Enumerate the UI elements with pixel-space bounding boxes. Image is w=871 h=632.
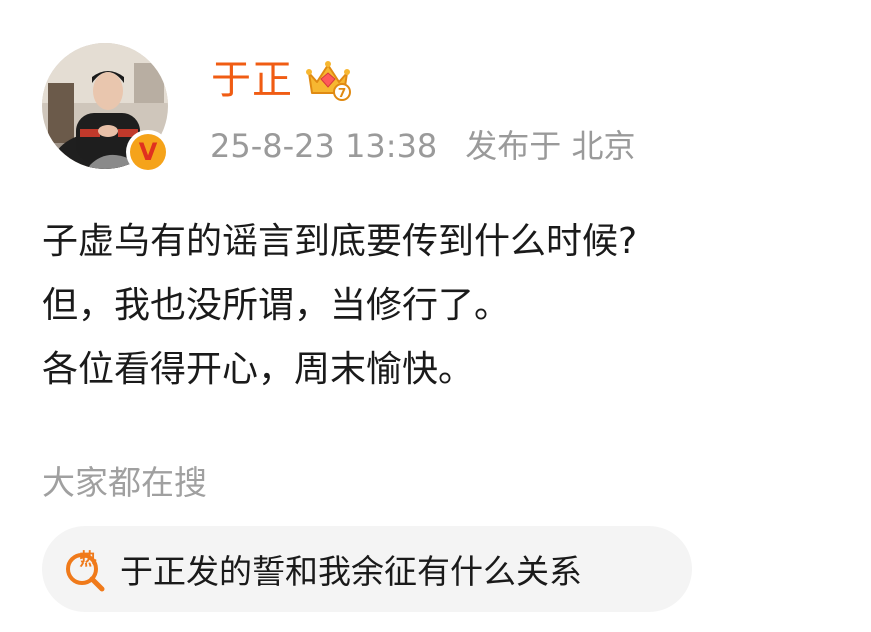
crown-level: 7 xyxy=(338,86,346,100)
post-line: 子虚乌有的谣言到底要传到什么时候? xyxy=(42,221,638,262)
post-text: 子虚乌有的谣言到底要传到什么时候? 但，我也没所谓，当修行了。 各位看得开心，周… xyxy=(42,210,862,402)
hot-search-chip[interactable]: 热 于正发的誓和我余征有什么关系 xyxy=(42,526,692,612)
post-line: 但，我也没所谓，当修行了。 xyxy=(42,285,511,326)
search-section-heading: 大家都在搜 xyxy=(42,463,207,502)
post-timestamp: 25-8-23 13:38 xyxy=(210,127,438,165)
post-location: 发布于 北京 xyxy=(465,127,636,165)
verified-badge-letter: V xyxy=(130,134,166,170)
post-line: 各位看得开心，周末愉快。 xyxy=(42,349,475,390)
hot-search-icon: 热 xyxy=(62,545,110,593)
hot-search-text: 于正发的誓和我余征有什么关系 xyxy=(120,552,582,591)
verified-badge-icon: V xyxy=(126,130,170,174)
hot-search-label: 热 xyxy=(80,549,97,570)
crown-icon: 7 xyxy=(306,61,351,101)
username[interactable]: 于正 xyxy=(211,56,293,104)
post-meta: 25-8-23 13:38 发布于 北京 xyxy=(210,126,635,166)
